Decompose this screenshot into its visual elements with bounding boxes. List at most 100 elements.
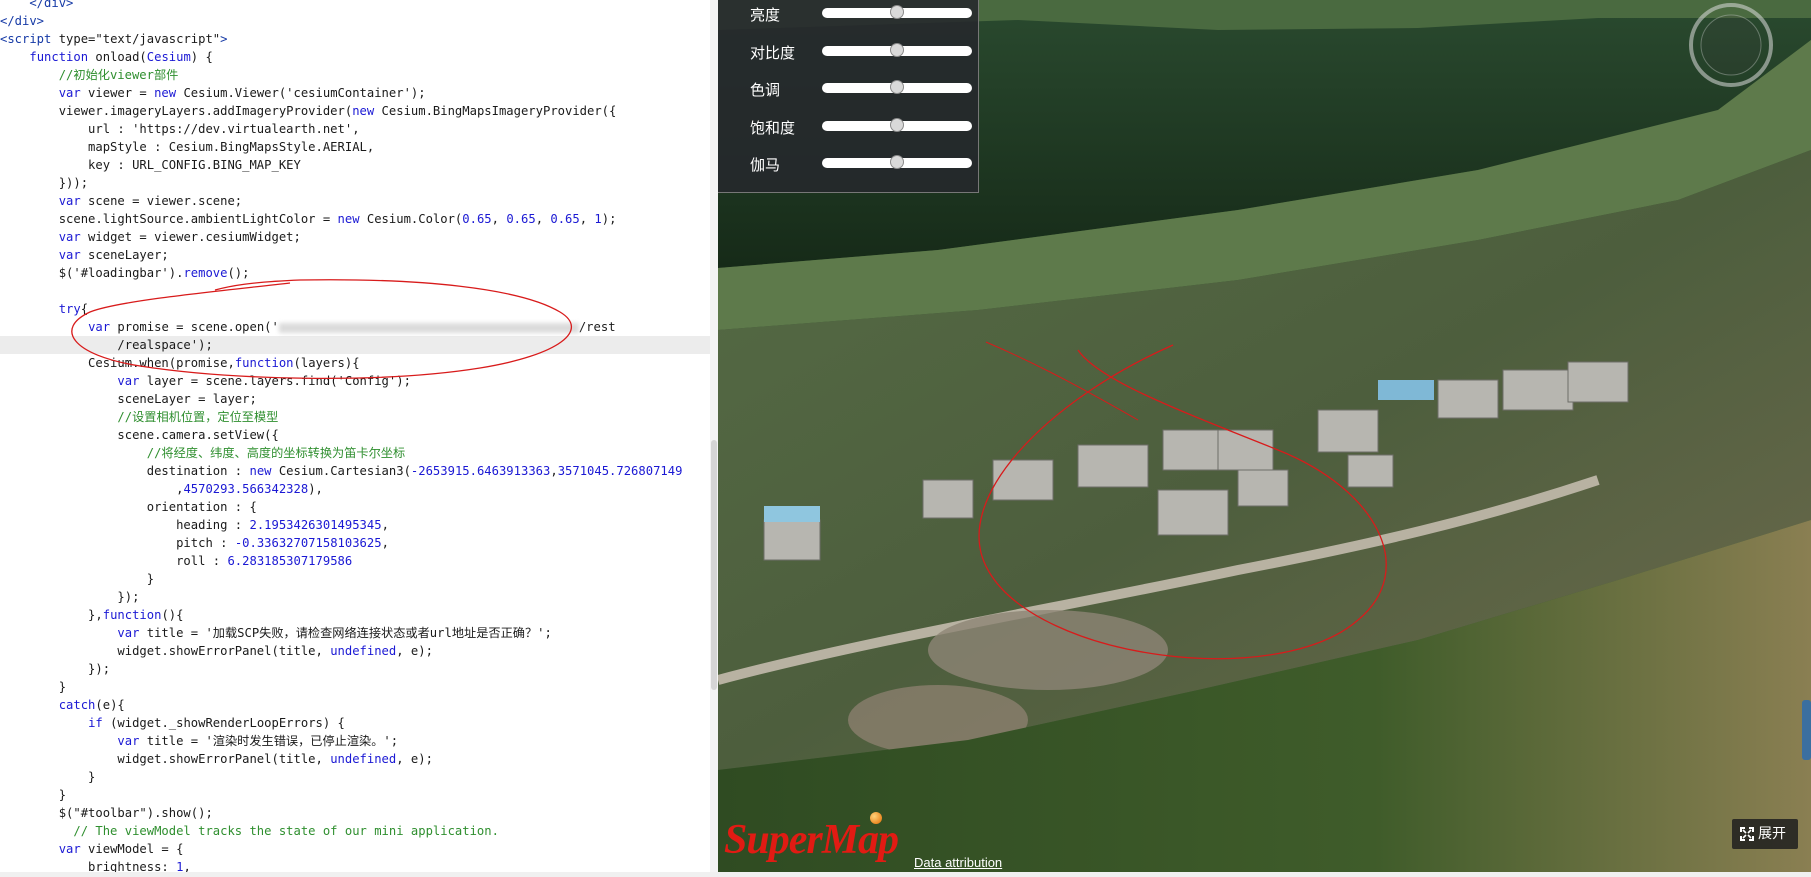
code-line: } <box>0 786 710 804</box>
compass-icon[interactable] <box>1688 2 1774 88</box>
code-line: var sceneLayer; <box>0 246 710 264</box>
code-token: if <box>88 716 103 730</box>
code-lines: </div> </div> <script type="text/javascrip… <box>0 0 710 876</box>
code-token: promise = scene.open(' <box>110 320 279 334</box>
fullscreen-icon <box>1740 827 1754 841</box>
image-adjust-panel: 亮度 对比度 色调 饱和度 伽马 <box>718 0 979 193</box>
code-token: var <box>58 194 81 208</box>
code-token: { <box>80 302 89 316</box>
code-editor[interactable]: </div> </div> <script type="text/javascrip… <box>0 0 718 877</box>
contrast-label: 对比度 <box>750 44 796 62</box>
code-token: new <box>352 104 375 118</box>
code-token: sceneLayer = layer; <box>0 392 257 406</box>
code-token: 0.65 <box>506 212 536 226</box>
3d-map-viewer[interactable]: 亮度 对比度 色调 饱和度 伽马 展开 SuperMap Data attrib… <box>718 0 1811 877</box>
gamma-label: 伽马 <box>750 156 781 174</box>
saturation-slider[interactable] <box>822 118 972 132</box>
saturation-slider-thumb[interactable] <box>890 118 904 132</box>
code-token: widget.showErrorPanel(title, <box>0 752 331 766</box>
editor-scrollbar-thumb[interactable] <box>711 440 717 690</box>
code-line: try{ <box>0 300 710 318</box>
code-token: Cesium.BingMapsImageryProvider({ <box>374 104 617 118</box>
code-token: 6.283185307179586 <box>227 554 353 568</box>
hue-slider-thumb[interactable] <box>890 80 904 94</box>
code-line: catch(e){ <box>0 696 710 714</box>
code-line: url : 'https://dev.virtualearth.net', <box>0 120 710 138</box>
brightness-label: 亮度 <box>750 6 781 24</box>
code-line: key : URL_CONFIG.BING_MAP_KEY <box>0 156 710 174</box>
code-line: var layer = scene.layers.find('Config'); <box>0 372 710 390</box>
code-line: viewer.imageryLayers.addImageryProvider(… <box>0 102 710 120</box>
supermap-logo-dot-icon <box>870 812 882 824</box>
code-token: //将经度、纬度、高度的坐标转换为笛卡尔坐标 <box>146 446 406 460</box>
code-token: }); <box>0 662 111 676</box>
code-line: heading : 2.1953426301495345, <box>0 516 710 534</box>
code-token: ), <box>308 482 323 496</box>
code-token: key : URL_CONFIG.BING_MAP_KEY <box>0 158 301 172</box>
data-attribution-link[interactable]: Data attribution <box>914 855 1002 870</box>
code-token: widget.showErrorPanel(title, <box>0 644 331 658</box>
code-token: })); <box>0 176 89 190</box>
code-token: 1 <box>594 212 602 226</box>
code-token: onload( <box>88 50 147 64</box>
code-token: /realspace'); <box>0 338 213 352</box>
contrast-row: 对比度 <box>750 40 972 64</box>
code-line: widget.showErrorPanel(title, undefined, … <box>0 642 710 660</box>
code-token: new <box>249 464 272 478</box>
code-token: -2653915.6463913363 <box>410 464 551 478</box>
contrast-slider-thumb[interactable] <box>890 43 904 57</box>
side-scroll-handle[interactable] <box>1802 700 1811 760</box>
code-token: , <box>579 212 595 226</box>
code-line: }); <box>0 660 710 678</box>
code-token: viewer.imageryLayers.addImageryProvider( <box>0 104 353 118</box>
saturation-row: 饱和度 <box>750 115 972 139</box>
saturation-label: 饱和度 <box>750 119 796 137</box>
code-token: new <box>154 86 177 100</box>
code-line: $('#loadingbar').remove(); <box>0 264 710 282</box>
gamma-slider-thumb[interactable] <box>890 155 904 169</box>
code-token: (widget._showRenderLoopErrors) { <box>102 716 345 730</box>
code-line: orientation : { <box>0 498 710 516</box>
code-token: , e); <box>396 644 433 658</box>
contrast-slider[interactable] <box>822 43 972 57</box>
expand-label: 展开 <box>1758 826 1786 842</box>
code-token: var <box>117 626 140 640</box>
code-token: Cesium.Color( <box>359 212 463 226</box>
supermap-logo: SuperMap <box>724 817 899 863</box>
code-token: var <box>117 734 140 748</box>
code-line: },function(){ <box>0 606 710 624</box>
code-token: } <box>0 788 67 802</box>
code-token: viewModel = { <box>80 842 184 856</box>
brightness-slider[interactable] <box>822 5 972 19</box>
code-line: destination : new Cesium.Cartesian3(-265… <box>0 462 710 480</box>
code-token: </div> <box>0 0 74 10</box>
code-token: mapStyle : Cesium.BingMapsStyle.AERIAL, <box>0 140 375 154</box>
code-token: ); <box>601 212 617 226</box>
code-token: var <box>58 86 81 100</box>
code-token: (){ <box>161 608 184 622</box>
code-token: heading : <box>0 518 250 532</box>
editor-scrollbar[interactable] <box>710 0 718 877</box>
code-line: } <box>0 678 710 696</box>
code-line: var promise = scene.open(' /rest <box>0 318 710 336</box>
code-token: var <box>117 374 140 388</box>
code-line: /realspace'); <box>0 336 710 354</box>
code-token: function <box>234 356 294 370</box>
code-line: //设置相机位置，定位至模型 <box>0 408 710 426</box>
code-token: try <box>58 302 81 316</box>
gamma-slider[interactable] <box>822 155 972 169</box>
hue-slider[interactable] <box>822 80 972 94</box>
code-line: <script type="text/javascript"> <box>0 30 710 48</box>
code-token: roll : <box>0 554 228 568</box>
code-line: //初始化viewer部件 <box>0 66 710 84</box>
code-line: })); <box>0 174 710 192</box>
code-token: var <box>58 842 81 856</box>
code-line: </div> <box>0 0 710 12</box>
brightness-slider-thumb[interactable] <box>890 5 904 19</box>
code-token: , <box>550 464 558 478</box>
expand-button[interactable]: 展开 <box>1732 819 1798 849</box>
